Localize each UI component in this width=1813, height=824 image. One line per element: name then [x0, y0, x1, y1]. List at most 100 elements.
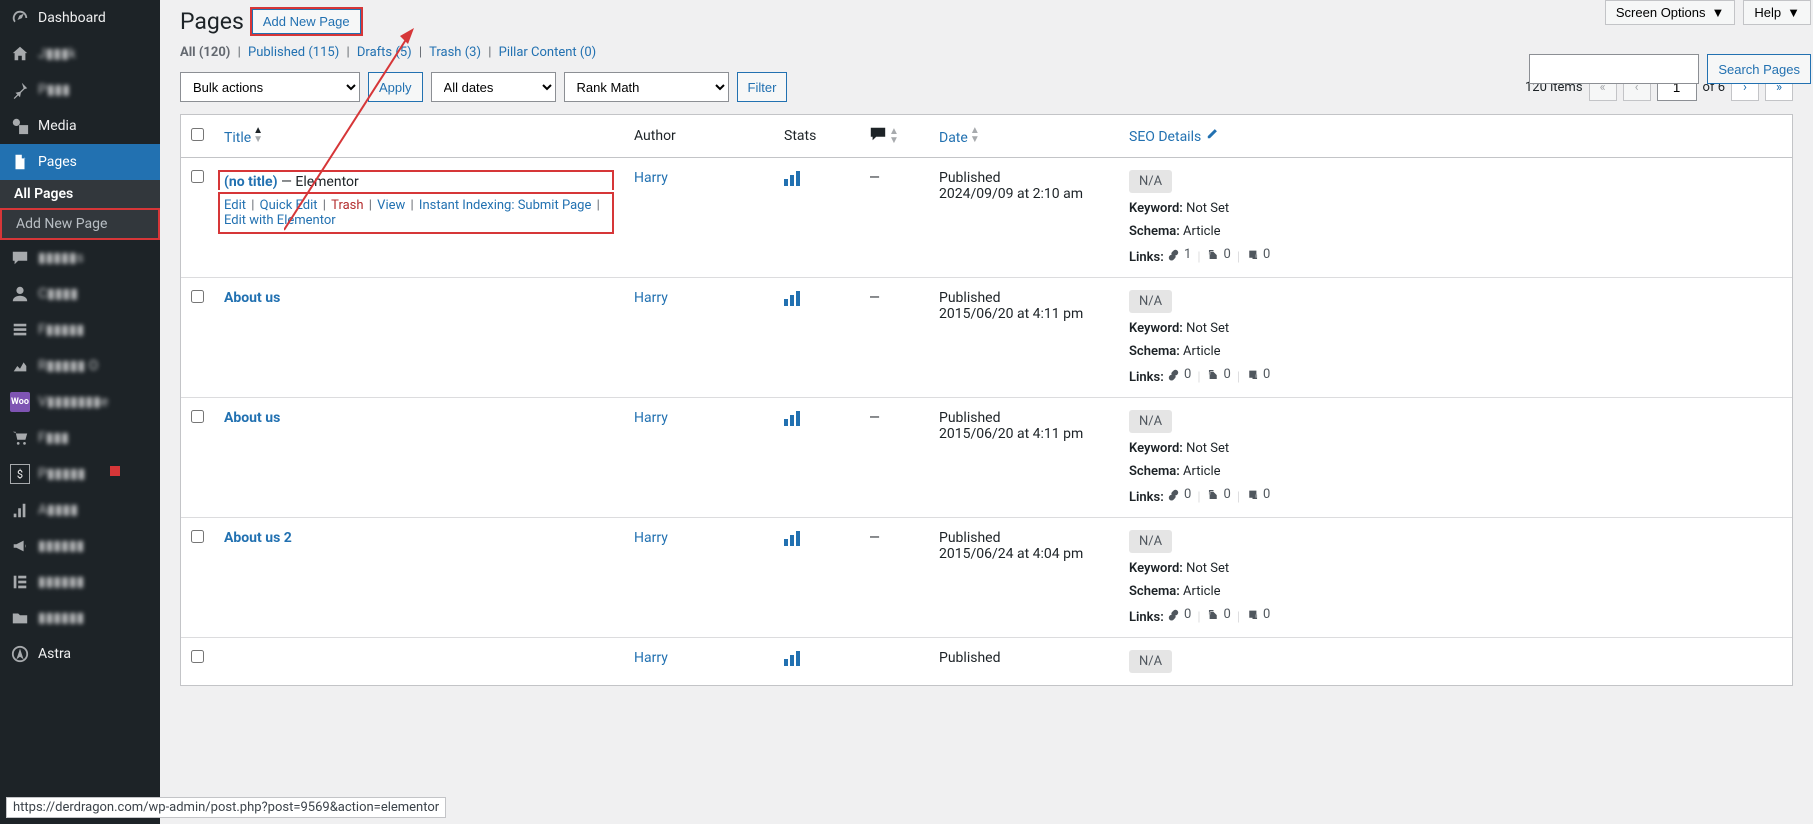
gauge-icon [10, 8, 30, 28]
menu-item-7[interactable]: C▮▮▮▮ [0, 276, 160, 312]
row-checkbox[interactable] [191, 650, 204, 663]
outgoing-links-icon: 0 [1207, 247, 1231, 262]
author-link[interactable]: Harry [634, 170, 668, 186]
post-date: 2024/09/09 at 2:10 am [939, 186, 1083, 202]
menu-item-13[interactable]: A▮▮▮▮ [0, 492, 160, 528]
row-checkbox[interactable] [191, 410, 204, 423]
page-title-link[interactable]: (no title) [224, 174, 277, 190]
row-checkbox[interactable] [191, 170, 204, 183]
outgoing-links-icon: 0 [1207, 367, 1231, 382]
submenu-add-new[interactable]: Add New Page [2, 210, 158, 238]
stats-icon[interactable] [784, 530, 800, 546]
menu-item-14[interactable]: ▮▮▮▮▮▮ [0, 528, 160, 564]
search-box: Search Pages [1529, 54, 1811, 84]
menu-label: F▮▮▮ [38, 430, 69, 446]
menu-label: Dashboard [38, 10, 106, 26]
post-status: Published [939, 290, 1000, 306]
author-link[interactable]: Harry [634, 650, 668, 666]
author-link[interactable]: Harry [634, 530, 668, 546]
menu-item-2[interactable]: J▮▮▮k [0, 36, 160, 72]
stats-icon[interactable] [784, 650, 800, 666]
filter-button[interactable]: Filter [737, 72, 788, 102]
screen-meta-links: Screen Options ▼ Help ▼ [1605, 0, 1811, 25]
menu-astra[interactable]: Astra [0, 636, 160, 672]
media-icon [10, 116, 30, 136]
quick-edit-link[interactable]: Quick Edit [260, 198, 318, 213]
view-published[interactable]: Published (115) [248, 45, 339, 60]
edit-elementor-link[interactable]: Edit with Elementor [224, 213, 336, 228]
post-status: Published [939, 410, 1000, 426]
seo-schema: Article [1183, 464, 1220, 479]
menu-label: Pages [38, 154, 77, 170]
menu-item-8[interactable]: F▮▮▮▮▮ [0, 312, 160, 348]
menu-dashboard[interactable]: Dashboard [0, 0, 160, 36]
seo-keyword: Not Set [1186, 201, 1229, 216]
pin-icon [10, 80, 30, 100]
seo-schema: Article [1183, 584, 1220, 599]
trash-link[interactable]: Trash [331, 198, 363, 213]
view-all[interactable]: All [180, 45, 196, 60]
screen-options-button[interactable]: Screen Options ▼ [1605, 0, 1735, 25]
stats-icon[interactable] [784, 170, 800, 186]
col-title-sort[interactable]: Title▲▼ [224, 130, 263, 146]
comments-count [859, 637, 929, 685]
menu-item-9[interactable]: R▮▮▮▮▮ O [0, 348, 160, 384]
row-checkbox[interactable] [191, 290, 204, 303]
col-stats: Stats [774, 115, 859, 158]
page-title-link[interactable]: About us [224, 410, 280, 426]
menu-label: ▮▮▮▮▮▮ [38, 574, 84, 590]
apply-button[interactable]: Apply [368, 72, 423, 102]
pencil-icon[interactable] [1205, 127, 1219, 141]
menu-item-11[interactable]: F▮▮▮ [0, 420, 160, 456]
person-icon [10, 284, 30, 304]
seo-keyword: Not Set [1186, 441, 1229, 456]
stats-icon[interactable] [784, 410, 800, 426]
internal-links-icon: 0 [1167, 607, 1191, 622]
select-all-checkbox[interactable] [191, 128, 204, 141]
woo-icon: Woo [10, 392, 30, 412]
table-row: About us Harry — Published2015/06/20 at … [181, 277, 1792, 397]
menu-label: Media [38, 118, 77, 134]
view-drafts[interactable]: Drafts (5) [357, 45, 412, 60]
menu-item-15[interactable]: ▮▮▮▮▮▮ [0, 564, 160, 600]
menu-posts[interactable]: P▮▮▮ [0, 72, 160, 108]
menu-label: F▮▮▮▮▮ [38, 322, 84, 338]
help-label: Help [1754, 5, 1781, 20]
bulk-actions-select[interactable]: Bulk actions [180, 72, 360, 102]
seo-filter-select[interactable]: Rank Math [564, 72, 729, 102]
pages-table: Title▲▼ Author Stats ▲▼ Date▲▼ SEO Detai… [180, 114, 1793, 686]
menu-label: ▮▮▮▮▮▮ [38, 538, 84, 554]
stats-icon[interactable] [784, 290, 800, 306]
view-link[interactable]: View [377, 198, 405, 213]
view-pillar[interactable]: Pillar Content (0) [499, 45, 597, 60]
page-title-link[interactable]: About us [224, 290, 280, 306]
title-suffix: — Elementor [277, 174, 358, 190]
col-date-sort[interactable]: Date▲▼ [939, 130, 980, 146]
page-title-link[interactable]: About us 2 [224, 530, 292, 546]
instant-index-link[interactable]: Instant Indexing: Submit Page [419, 198, 591, 213]
date-filter-select[interactable]: All dates [431, 72, 556, 102]
edit-link[interactable]: Edit [224, 198, 246, 213]
home-icon [10, 44, 30, 64]
search-input[interactable] [1529, 54, 1699, 84]
menu-pages[interactable]: Pages [0, 144, 160, 180]
row-checkbox[interactable] [191, 530, 204, 543]
col-comments[interactable]: ▲▼ [859, 115, 929, 158]
author-link[interactable]: Harry [634, 410, 668, 426]
menu-item-6[interactable]: ▮▮▮▮▮s [0, 240, 160, 276]
incoming-links-icon: 0 [1246, 487, 1270, 502]
menu-item-16[interactable]: ▮▮▮▮▮▮ [0, 600, 160, 636]
menu-item-10[interactable]: WooV▮▮▮▮▮▮▮e [0, 384, 160, 420]
menu-label: C▮▮▮▮ [38, 286, 78, 302]
help-button[interactable]: Help ▼ [1743, 0, 1811, 25]
menu-media[interactable]: Media [0, 108, 160, 144]
menu-label: P▮▮▮▮▮ [38, 466, 85, 482]
post-status: Published [939, 650, 1000, 666]
add-new-button[interactable]: Add New Page [252, 9, 361, 34]
search-button[interactable]: Search Pages [1707, 54, 1811, 84]
menu-item-12[interactable]: $P▮▮▮▮▮ [0, 456, 160, 492]
view-trash[interactable]: Trash (3) [429, 45, 481, 60]
submenu-all-pages[interactable]: All Pages [0, 180, 160, 208]
author-link[interactable]: Harry [634, 290, 668, 306]
menu-label: P▮▮▮ [38, 82, 70, 98]
